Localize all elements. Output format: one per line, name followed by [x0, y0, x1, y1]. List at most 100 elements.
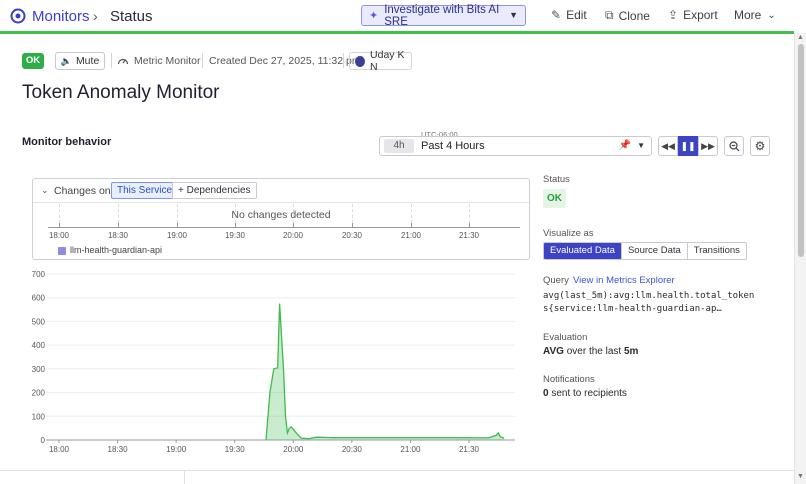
divider	[343, 53, 344, 68]
breadcrumb-current: Status	[110, 8, 153, 25]
axis-tick	[293, 223, 294, 227]
legend-swatch	[58, 247, 66, 255]
visualize-as-label: Visualize as	[543, 228, 594, 239]
y-tick-label: 500	[32, 317, 46, 326]
monitor-type: Metric Monitor	[134, 55, 201, 67]
edit-label: Edit	[566, 8, 587, 22]
series-line	[265, 303, 505, 441]
more-label: More	[734, 8, 762, 22]
query-text: avg(last_5m):avg:llm.health.total_tokens…	[543, 291, 755, 314]
changes-axis-label: 18:00	[48, 231, 70, 240]
changes-axis	[48, 227, 520, 228]
notifications-text: sent to recipients	[548, 388, 627, 399]
rewind-button[interactable]: ◀◀	[658, 136, 678, 156]
metrics-explorer-link[interactable]: View in Metrics Explorer	[573, 275, 675, 286]
page-scrollbar[interactable]: ▲ ▼	[794, 33, 806, 484]
scrollbar-thumb[interactable]	[798, 44, 804, 257]
changes-axis-label: 18:30	[107, 231, 129, 240]
evaluation-mid: over the last	[563, 346, 624, 357]
created-date: Created Dec 27, 2025, 11:32 pm	[209, 55, 361, 67]
changes-on-label: Changes on	[54, 185, 111, 197]
export-label: Export	[683, 8, 718, 22]
investigate-bits-label: Investigate with Bits AI SRE	[384, 3, 500, 28]
x-tick-label: 21:30	[459, 445, 480, 454]
y-tick-label: 400	[32, 341, 46, 350]
gear-icon: ⚙	[754, 139, 766, 153]
chevron-down-icon: ⌄	[767, 9, 776, 21]
y-tick-label: 0	[41, 436, 46, 445]
mute-button[interactable]: 🔈 Mute	[55, 52, 105, 70]
scope-this-service[interactable]: This Service	[111, 182, 179, 199]
evaluation-window: 5m	[623, 346, 639, 357]
clone-button[interactable]: ⧉ Clone	[605, 8, 650, 23]
zoom-out-button[interactable]	[724, 136, 744, 156]
investigate-bits-button[interactable]: ✦ Investigate with Bits AI SRE ▼	[361, 3, 526, 28]
settings-button[interactable]: ⚙	[750, 136, 770, 156]
notifications-label: Notifications	[543, 374, 595, 385]
scope-dependencies[interactable]: + Dependencies	[172, 182, 257, 199]
pin-icon[interactable]: 📌	[619, 140, 631, 151]
more-button[interactable]: More ⌄	[734, 8, 776, 22]
evaluated-data-chart[interactable]: 0 100 200 300 400 500 600 700 18:00 18:30 19:00 19:…	[0, 262, 530, 462]
axis-tick	[177, 223, 178, 227]
x-tick-label: 21:00	[400, 445, 421, 454]
edit-button[interactable]: ✎ Edit	[551, 8, 587, 22]
scroll-up-icon[interactable]: ▲	[797, 34, 804, 41]
changes-axis-label: 21:30	[458, 231, 480, 240]
y-tick-label: 200	[32, 389, 46, 398]
legend-label[interactable]: llm-health-guardian-api	[70, 245, 162, 255]
forward-button[interactable]: ▶▶	[698, 136, 718, 156]
creator-user[interactable]: Uday K N	[349, 49, 412, 73]
visualize-transitions[interactable]: Transitions	[686, 243, 746, 259]
x-tick-label: 19:30	[225, 445, 246, 454]
query-label: Query	[543, 275, 569, 286]
axis-tick	[235, 223, 236, 227]
y-tick-label: 700	[32, 270, 46, 279]
pencil-icon: ✎	[551, 8, 562, 22]
chevron-down-icon[interactable]: ▼	[637, 141, 645, 150]
time-range-picker[interactable]: 4h Past 4 Hours 📌 ▼	[379, 136, 652, 156]
axis-tick	[352, 223, 353, 227]
changes-axis-label: 21:00	[400, 231, 422, 240]
y-tick-label: 600	[32, 294, 46, 303]
clone-label: Clone	[618, 8, 650, 23]
top-bar: Monitors › Status ✦ Investigate with Bit…	[0, 0, 806, 34]
visualize-evaluated-data[interactable]: Evaluated Data	[544, 243, 621, 259]
notifications-value: 0 sent to recipients	[543, 388, 627, 399]
page-title: Token Anomaly Monitor	[22, 82, 220, 103]
gauge-icon	[117, 58, 129, 65]
x-tick-label: 19:00	[166, 445, 187, 454]
status-ok-bar	[0, 31, 794, 34]
monitors-logo-icon[interactable]	[10, 8, 26, 24]
axis-tick	[118, 223, 119, 227]
breadcrumb-monitors-link[interactable]: Monitors	[32, 8, 90, 25]
status-value-badge: OK	[543, 189, 566, 208]
series-area	[266, 303, 505, 440]
chevron-down-icon[interactable]: ⌄	[41, 185, 49, 196]
no-changes-text: No changes detected	[231, 209, 331, 221]
changes-axis-label: 19:00	[166, 231, 188, 240]
x-tick-label: 18:00	[49, 445, 70, 454]
divider	[184, 470, 185, 484]
changes-axis-label: 19:30	[224, 231, 246, 240]
pause-button[interactable]: ❚❚	[678, 136, 698, 156]
axis-tick	[411, 223, 412, 227]
speaker-icon: 🔈	[60, 55, 72, 66]
changes-header: ⌄ Changes on This Service + Dependencies	[33, 179, 529, 203]
divider	[111, 53, 112, 68]
time-range-label: Past 4 Hours	[421, 140, 485, 152]
export-button[interactable]: ⇪ Export	[668, 8, 718, 22]
export-icon: ⇪	[668, 8, 679, 22]
status-label: Status	[543, 174, 570, 185]
forward-icon: ▶▶	[701, 140, 715, 151]
y-tick-label: 300	[32, 365, 46, 374]
evaluation-label: Evaluation	[543, 332, 588, 343]
x-tick-label: 20:30	[342, 445, 363, 454]
axis-tick	[59, 223, 60, 227]
changes-axis-label: 20:30	[341, 231, 363, 240]
time-range-chip: 4h	[384, 139, 414, 153]
scroll-down-icon[interactable]: ▼	[797, 473, 804, 480]
visualize-source-data[interactable]: Source Data	[620, 243, 687, 259]
mute-label: Mute	[75, 55, 100, 67]
chevron-down-icon[interactable]: ▼	[509, 10, 518, 20]
